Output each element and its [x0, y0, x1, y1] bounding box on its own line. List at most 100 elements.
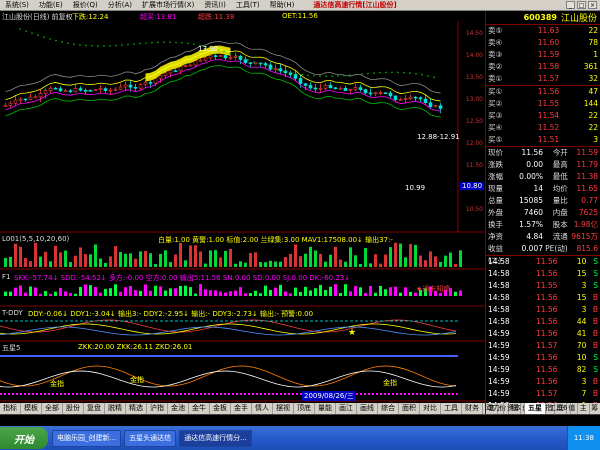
right-tab[interactable]: 主: [578, 403, 590, 414]
tab-工具[interactable]: 工具: [441, 403, 462, 414]
rank-label: 超跌:11.38: [198, 13, 235, 21]
tab-模板[interactable]: 模板: [21, 403, 42, 414]
volume-bar: [79, 247, 82, 267]
tab-全部[interactable]: 全部: [42, 403, 63, 414]
tick-row: 14:59 11.56 41 B: [486, 328, 600, 340]
volume-bar: [184, 260, 187, 267]
low-label: 下跌:12.24: [72, 13, 109, 21]
book-volume: 361: [583, 62, 599, 71]
book-label: 卖③: [488, 50, 503, 59]
f1-bar: [204, 289, 207, 296]
tick-volume: 41: [576, 329, 587, 338]
tab-财务[interactable]: 财务: [462, 403, 483, 414]
taskbar-item-browser[interactable]: 电脑乐园_创建新...: [52, 429, 122, 447]
tab-金牛[interactable]: 金牛: [189, 403, 210, 414]
volume-bar: [9, 256, 12, 267]
tab-金池[interactable]: 金池: [168, 403, 189, 414]
tab-金板[interactable]: 金板: [210, 403, 231, 414]
tick-row: 14:58 11.56 44 B: [486, 316, 600, 328]
tab-工具6[interactable]: 工具6: [546, 403, 572, 414]
tick-price: 11.56: [535, 293, 558, 302]
volume-bar: [389, 247, 392, 267]
tick-time: 14:58: [488, 317, 510, 326]
tab-摆视[interactable]: 摆视: [273, 403, 294, 414]
tab-画江[interactable]: 画江: [336, 403, 357, 414]
volume-bar: [239, 261, 242, 267]
tab-复盘[interactable]: 复盘: [84, 403, 105, 414]
menu-item-extended[interactable]: 扩展市场行情(X): [137, 0, 199, 10]
tab-综合[interactable]: 综合: [378, 403, 399, 414]
candle-body: [253, 62, 258, 65]
stock-header: 600389 江山股份: [486, 11, 600, 25]
candle-body: [333, 87, 338, 90]
dotted-trail: [127, 43, 129, 46]
minimize-icon[interactable]: _: [566, 1, 575, 9]
candle-body: [303, 83, 308, 86]
candle-body: [178, 66, 183, 72]
tick-price: 11.56: [535, 257, 558, 266]
tab-金手[interactable]: 金手: [231, 403, 252, 414]
tab-面积[interactable]: 面积: [399, 403, 420, 414]
volume-bar: [4, 257, 7, 267]
tab-沪指[interactable]: 沪指: [147, 403, 168, 414]
dotted-trail: [265, 65, 267, 67]
taskbar-item-quote[interactable]: 通达信高速行情分...: [179, 429, 252, 447]
ind1-text: 白量:1.00 黄警:1.00 标值:2.00 兰绿集:3.00 MAV1:17…: [158, 236, 393, 244]
f1-bar: [249, 293, 252, 296]
candle-body: [348, 89, 353, 91]
f1-bar: [164, 290, 167, 296]
tab-精选[interactable]: 精选: [126, 403, 147, 414]
tick-volume: 70: [576, 341, 587, 350]
tab-情人[interactable]: 情人: [252, 403, 273, 414]
candle-body: [208, 55, 213, 59]
f1-bar: [454, 291, 457, 296]
tab-动力[interactable]: 动力: [483, 403, 504, 414]
chart-area[interactable]: 14.5014.0013.5013.0012.5012.0011.5011.00…: [0, 11, 485, 403]
end-label: OET:11.56: [282, 12, 318, 20]
book-volume: 22: [588, 123, 599, 132]
tab-指标[interactable]: 指标: [0, 403, 21, 414]
menu-item-function[interactable]: 功能(E): [34, 0, 68, 10]
tab-五星[interactable]: 五星: [525, 403, 546, 414]
ind1-name: L001(5,5,10,20,60): [2, 235, 70, 243]
menu-item-help[interactable]: 帮助(H): [265, 0, 300, 10]
dotted-trail: [223, 50, 225, 53]
candle-body: [433, 105, 438, 108]
right-tab[interactable]: 筹: [590, 403, 600, 414]
tab-脱精[interactable]: 脱精: [105, 403, 126, 414]
tab-资本[interactable]: 资本: [504, 403, 525, 414]
dotted-trail: [391, 71, 393, 74]
f1-bar: [29, 286, 32, 296]
menu-item-system[interactable]: 系统(S): [0, 0, 34, 10]
menu-item-analysis[interactable]: 分析(A): [103, 0, 137, 10]
menu-bar: 系统(S) 功能(E) 报价(Q) 分析(A) 扩展市场行情(X) 资讯(I) …: [0, 0, 600, 11]
tab-顶底[interactable]: 顶底: [294, 403, 315, 414]
menu-item-info[interactable]: 资讯(I): [199, 0, 231, 10]
tab-画线[interactable]: 画线: [357, 403, 378, 414]
tab-对比[interactable]: 对比: [420, 403, 441, 414]
start-button[interactable]: 开始: [0, 427, 48, 449]
maximize-icon[interactable]: □: [577, 1, 586, 9]
menu-item-quote[interactable]: 报价(Q): [68, 0, 103, 10]
date-tag: 2009/08/26/三: [302, 391, 356, 401]
kline-chart[interactable]: 14.5014.0013.5013.0012.5012.0011.5011.00…: [0, 11, 485, 403]
close-icon[interactable]: ×: [588, 1, 597, 9]
dotted-trail: [415, 73, 417, 75]
stat-label: 量比: [552, 196, 568, 205]
volume-bar: [264, 262, 267, 267]
dotted-trail: [85, 44, 87, 47]
dotted-trail: [241, 56, 243, 59]
indicator-tabs: 指标 模板 全部 股份 复盘 脱精 精选 沪指 金池 金牛 金板 金手 情人 摆视 顶底 量能 画江 画线 综合 面积…: [0, 403, 572, 414]
tab-量能[interactable]: 量能: [315, 403, 336, 414]
menu-item-tools[interactable]: 工具(T): [231, 0, 265, 10]
candle-body: [143, 82, 148, 85]
tab-股份[interactable]: 股份: [63, 403, 84, 414]
stat-value: 0.007: [521, 244, 543, 253]
tick-row: 14:58 11.56 3 B: [486, 304, 600, 316]
ind4-name: 五星5: [2, 344, 21, 352]
dotted-trail: [145, 42, 147, 44]
candle-body: [323, 84, 328, 89]
stat-label: 今开: [552, 148, 568, 157]
taskbar-item-tdx[interactable]: 五星头通达信: [124, 429, 177, 447]
quote-row: 净资 4.84 流通 9615万: [486, 231, 600, 243]
